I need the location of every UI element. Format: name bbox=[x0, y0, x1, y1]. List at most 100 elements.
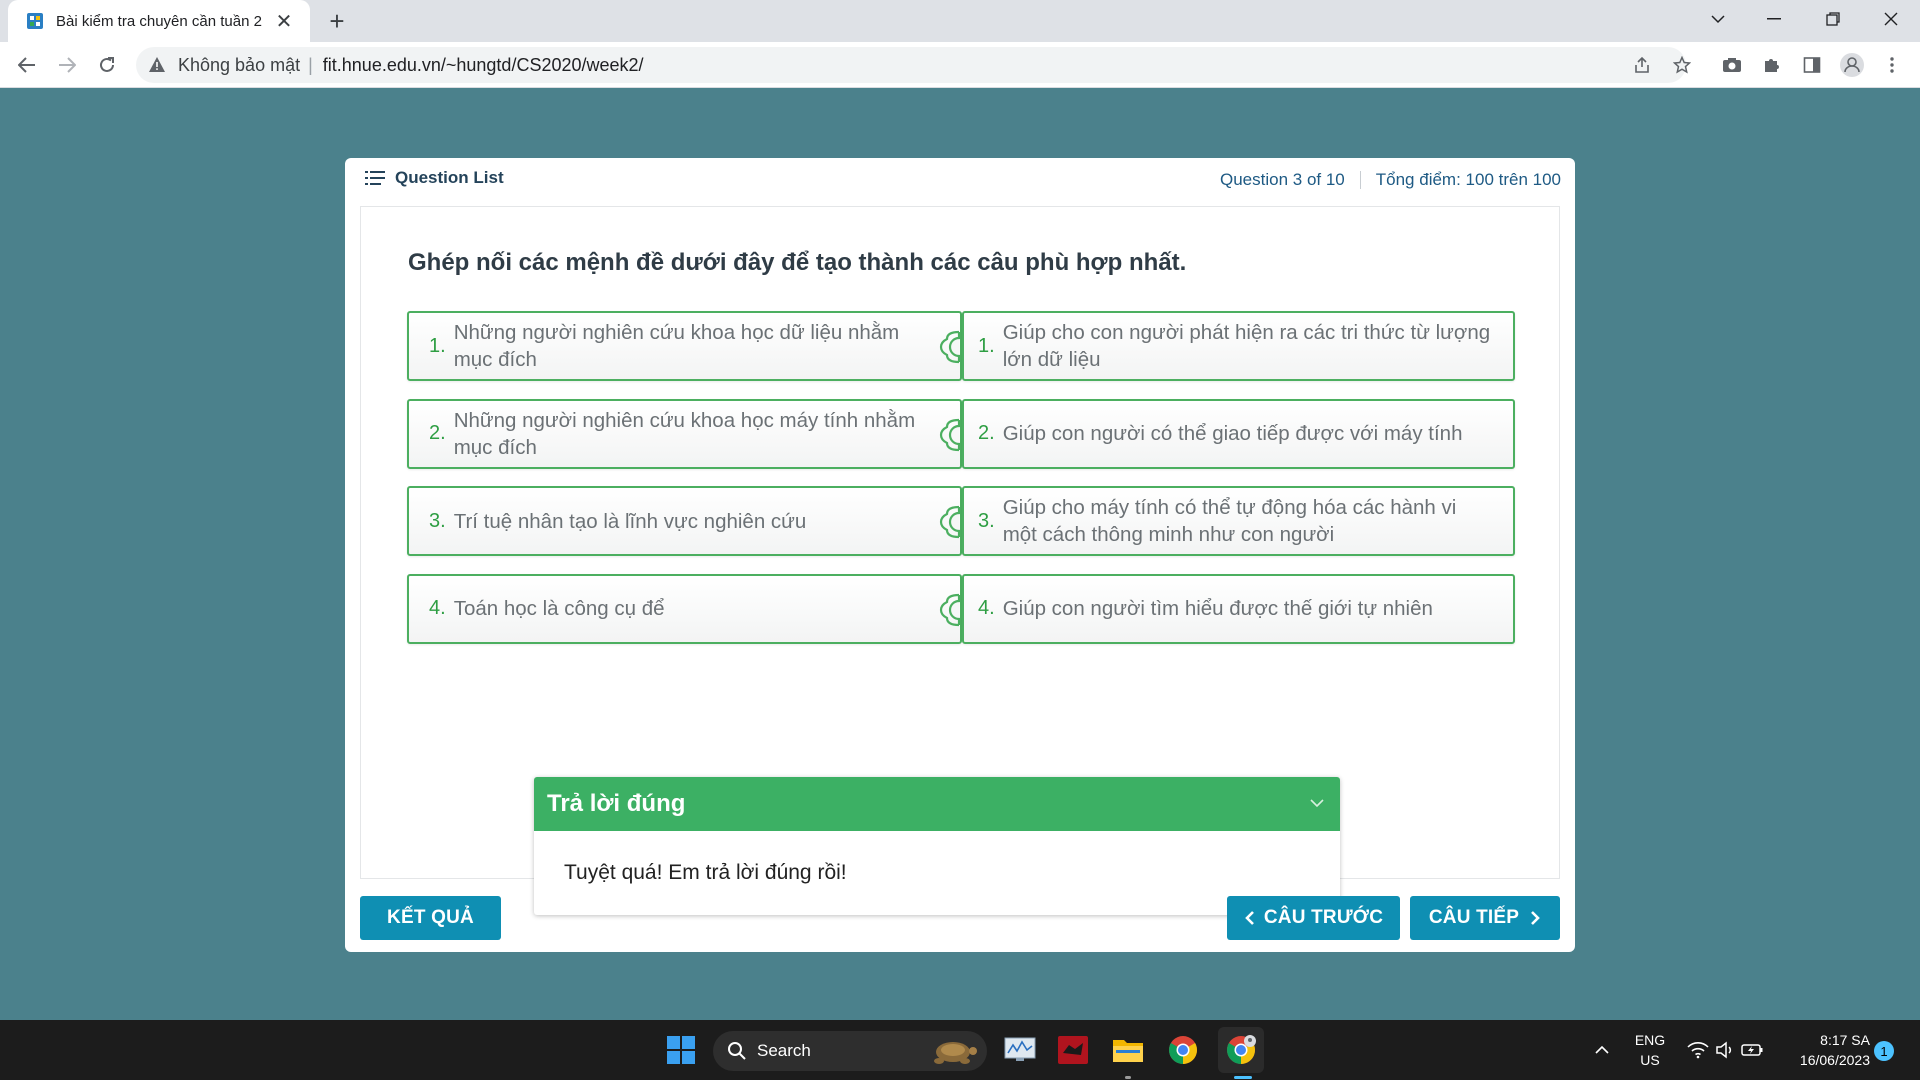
quiz-status: Question 3 of 10 Tổng điểm: 100 trên 100 bbox=[1220, 170, 1561, 190]
system-tray[interactable] bbox=[1677, 1030, 1773, 1070]
feedback-header[interactable]: Trả lời đúng bbox=[534, 777, 1340, 831]
url-text[interactable]: fit.hnue.edu.vn/~hungtd/CS2020/week2/ bbox=[323, 55, 644, 76]
warning-icon bbox=[149, 57, 165, 72]
open-app-indicator bbox=[1125, 1076, 1131, 1079]
close-tab-icon[interactable]: ✕ bbox=[272, 9, 296, 33]
security-label: Không bảo mật bbox=[178, 54, 301, 75]
premise-text: Toán học là công cụ để bbox=[453, 597, 665, 620]
response-number: 1. bbox=[978, 334, 995, 357]
clock-date: 16/06/2023 bbox=[1799, 1052, 1870, 1068]
chrome-icon[interactable] bbox=[1163, 1030, 1203, 1070]
language-indicator[interactable]: ENG US bbox=[1628, 1030, 1672, 1070]
premise-number: 1. bbox=[429, 334, 446, 357]
extensions-puzzle-icon[interactable] bbox=[1756, 49, 1788, 81]
feedback-panel: Trả lời đúng Tuyệt quá! Em trả lời đúng … bbox=[534, 777, 1340, 915]
previous-question-button[interactable]: CÂU TRƯỚC bbox=[1227, 896, 1400, 940]
next-button-label: CÂU TIẾP bbox=[1428, 907, 1520, 928]
address-separator: | bbox=[308, 54, 313, 75]
puzzle-connector-icon bbox=[939, 418, 961, 451]
restore-window-icon[interactable] bbox=[1809, 0, 1857, 38]
response-number: 4. bbox=[978, 597, 995, 619]
turtle-icon bbox=[934, 1042, 977, 1064]
premise-item[interactable]: 2. Những người nghiên cứu khoa học máy t… bbox=[407, 398, 962, 469]
response-text: Giúp cho máy tính có thể tự động hóa các… bbox=[1002, 496, 1457, 546]
premise-item[interactable]: 4. Toán học là công cụ để bbox=[407, 573, 962, 644]
puzzle-connector-icon bbox=[939, 330, 961, 364]
response-item[interactable]: 1. Giúp cho con người phát hiện ra các t… bbox=[962, 311, 1515, 381]
browser-tab[interactable]: Bài kiểm tra chuyên cần tuần 2 ✕ bbox=[8, 0, 310, 42]
tab-title: Bài kiểm tra chuyên cần tuần 2 bbox=[56, 12, 262, 30]
tab-search-icon[interactable] bbox=[1694, 0, 1742, 38]
response-number: 2. bbox=[978, 422, 995, 444]
question-list-label: Question List bbox=[395, 168, 504, 187]
premise-text: Những người nghiên cứu khoa học máy tính… bbox=[453, 408, 916, 459]
response-item[interactable]: 3. Giúp cho máy tính có thể tự động hóa … bbox=[962, 486, 1515, 556]
match-row: 1. Những người nghiên cứu khoa học dữ li… bbox=[407, 311, 1515, 381]
match-row: 2. Những người nghiên cứu khoa học máy t… bbox=[407, 398, 1515, 469]
response-number: 3. bbox=[978, 509, 995, 532]
chevron-right-icon bbox=[1531, 911, 1540, 925]
puzzle-connector-icon bbox=[939, 505, 961, 539]
close-window-icon[interactable] bbox=[1867, 0, 1915, 38]
feedback-message: Tuyệt quá! Em trả lời đúng rồi! bbox=[564, 861, 847, 884]
header-divider bbox=[1359, 171, 1361, 189]
chrome-profile-icon[interactable] bbox=[1218, 1027, 1264, 1073]
reload-icon[interactable] bbox=[91, 49, 123, 81]
premise-item[interactable]: 1. Những người nghiên cứu khoa học dữ li… bbox=[407, 311, 962, 381]
quiz-favicon-icon bbox=[27, 13, 43, 29]
response-text: Giúp con người có thể giao tiếp được với… bbox=[1002, 422, 1463, 445]
taskbar: Search ENG US 8:17 SA 16/06/2023 bbox=[0, 1020, 1920, 1080]
windows-start-icon[interactable] bbox=[661, 1030, 701, 1070]
match-row: 3. Trí tuệ nhân tạo là lĩnh vực nghiên c… bbox=[407, 486, 1515, 556]
total-score: Tổng điểm: 100 trên 100 bbox=[1375, 170, 1561, 189]
clock-time: 8:17 SA bbox=[1820, 1032, 1870, 1048]
taskbar-search[interactable]: Search bbox=[713, 1031, 987, 1071]
share-icon[interactable] bbox=[1626, 49, 1658, 81]
chevron-left-icon bbox=[1245, 911, 1254, 925]
puzzle-connector-icon bbox=[939, 593, 961, 626]
browser-toolbar: Không bảo mật | fit.hnue.edu.vn/~hungtd/… bbox=[0, 42, 1920, 88]
language-secondary: US bbox=[1640, 1052, 1660, 1068]
premise-text: Trí tuệ nhân tạo là lĩnh vực nghiên cứu bbox=[453, 509, 807, 533]
matching-area: 1. Những người nghiên cứu khoa học dữ li… bbox=[407, 311, 1515, 661]
question-content: Ghép nối các mệnh đề dưới đây để tạo thà… bbox=[360, 206, 1560, 915]
question-text: Ghép nối các mệnh đề dưới đây để tạo thà… bbox=[408, 249, 1187, 276]
result-button[interactable]: KẾT QUẢ bbox=[360, 896, 501, 940]
minimize-window-icon[interactable] bbox=[1750, 0, 1798, 38]
wifi-icon bbox=[1687, 1042, 1709, 1059]
camera-icon[interactable] bbox=[1716, 49, 1748, 81]
chevron-up-icon[interactable] bbox=[1582, 1030, 1622, 1070]
notification-badge[interactable]: 1 bbox=[1874, 1041, 1894, 1061]
response-item[interactable]: 4. Giúp con người tìm hiểu được thế giới… bbox=[962, 573, 1515, 644]
new-tab-button[interactable]: + bbox=[322, 6, 352, 36]
address-bar[interactable]: Không bảo mật | fit.hnue.edu.vn/~hungtd/… bbox=[136, 47, 1686, 83]
premise-number: 2. bbox=[429, 422, 446, 444]
back-arrow-icon[interactable] bbox=[11, 49, 43, 81]
list-icon bbox=[365, 171, 385, 185]
active-app-indicator bbox=[1234, 1076, 1252, 1079]
side-panel-icon[interactable] bbox=[1796, 49, 1828, 81]
search-label: Search bbox=[757, 1041, 811, 1060]
profile-avatar-icon[interactable] bbox=[1836, 49, 1868, 81]
search-icon bbox=[728, 1042, 746, 1060]
quiz-card: Question List Question 3 of 10 Tổng điểm… bbox=[345, 158, 1575, 952]
response-item[interactable]: 2. Giúp con người có thể giao tiếp được … bbox=[962, 398, 1515, 469]
browser-tab-bar: Bài kiểm tra chuyên cần tuần 2 ✕ + bbox=[0, 0, 1920, 42]
bookmark-star-icon[interactable] bbox=[1666, 49, 1698, 81]
match-row: 4. Toán học là công cụ để 4. Giúp con ng… bbox=[407, 573, 1515, 644]
feedback-title: Trả lời đúng bbox=[547, 790, 686, 817]
file-explorer-icon[interactable] bbox=[1108, 1030, 1148, 1070]
system-monitor-app-icon[interactable] bbox=[1000, 1030, 1040, 1070]
premise-item[interactable]: 3. Trí tuệ nhân tạo là lĩnh vực nghiên c… bbox=[407, 486, 962, 556]
forward-arrow-icon[interactable] bbox=[51, 49, 83, 81]
red-app-icon[interactable] bbox=[1053, 1030, 1093, 1070]
question-progress: Question 3 of 10 bbox=[1220, 170, 1345, 189]
volume-icon bbox=[1716, 1041, 1732, 1059]
next-question-button[interactable]: CÂU TIẾP bbox=[1410, 896, 1560, 940]
clock[interactable]: 8:17 SA 16/06/2023 bbox=[1782, 1030, 1870, 1070]
question-list-toggle[interactable]: Question List bbox=[365, 168, 504, 188]
battery-icon bbox=[1741, 1044, 1763, 1056]
response-text: Giúp cho con người phát hiện ra các tri … bbox=[1002, 321, 1491, 371]
chevron-down-icon[interactable] bbox=[1308, 794, 1326, 812]
browser-menu-icon[interactable] bbox=[1876, 49, 1908, 81]
